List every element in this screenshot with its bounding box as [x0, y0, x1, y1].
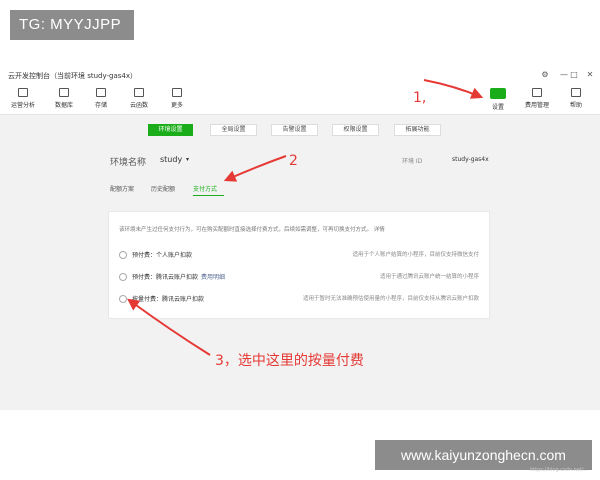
annotation-arrows	[127, 79, 484, 356]
annotation-step-1: 1,	[413, 90, 427, 106]
arrow-to-settings	[423, 79, 484, 99]
arrow-to-payment-tab	[223, 155, 287, 182]
annotation-step-3: 3，选中这里的按量付费	[215, 353, 364, 369]
annotation-step-2: 2	[289, 153, 298, 169]
arrow-to-pay-as-you-go	[127, 298, 211, 356]
